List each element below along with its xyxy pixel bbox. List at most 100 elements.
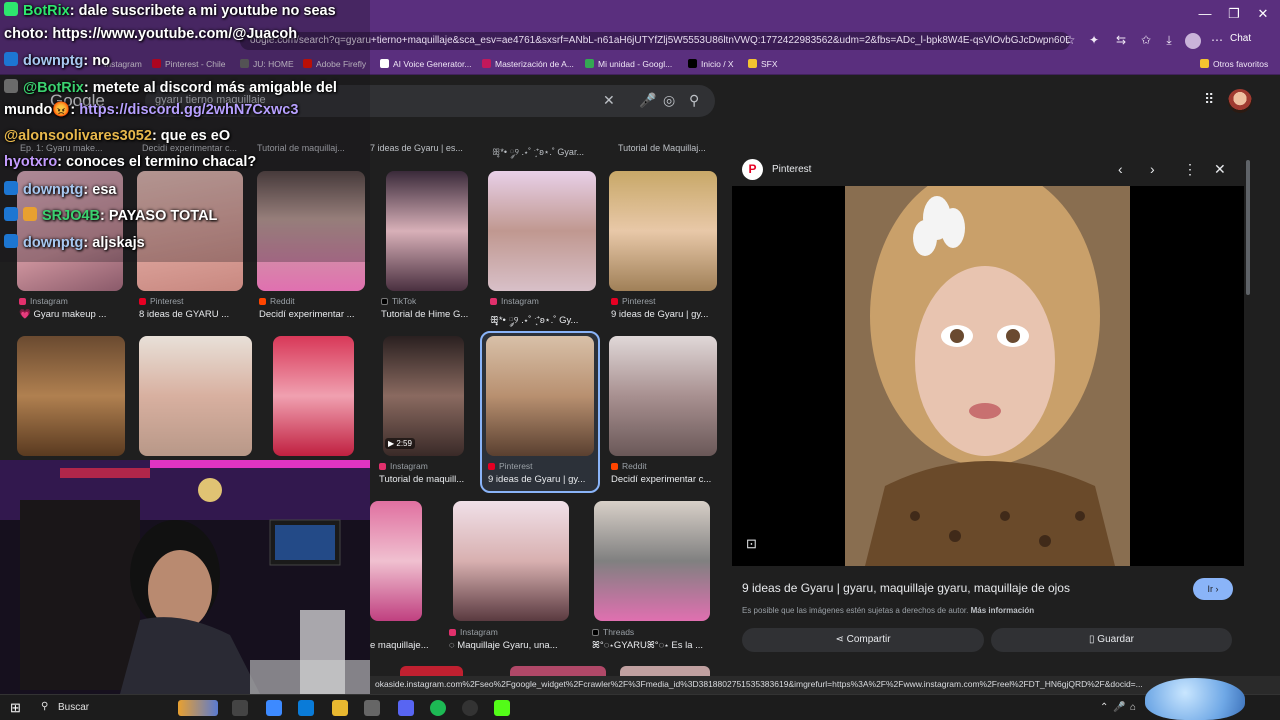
result-source: Threads <box>592 627 634 637</box>
strip-caption[interactable]: 7 ideas de Gyaru | es... <box>370 143 463 153</box>
more-icon[interactable]: ⋯ <box>1209 33 1225 49</box>
image-result[interactable] <box>139 336 252 456</box>
result-title[interactable]: Tutorial de maquill... <box>379 474 494 485</box>
chat-message: BotRix: dale suscribete a mi youtube no … <box>4 2 336 19</box>
discord-link[interactable]: https://discord.gg/2whN7Cxwc3 <box>79 102 298 118</box>
other-bookmarks[interactable]: Otros favoritos <box>1200 59 1268 69</box>
task-view-icon[interactable] <box>232 700 248 716</box>
file-explorer-icon[interactable] <box>332 700 348 716</box>
visual-search-icon[interactable]: ⊡ <box>746 536 762 552</box>
bookmark-folder[interactable]: SFX <box>748 59 778 69</box>
app-icon[interactable] <box>364 700 380 716</box>
screen: — ❐ ✕ oogle.com/search?q=gyaru+tierno+ma… <box>0 0 1280 720</box>
result-title[interactable]: 💗 Gyaru makeup ... <box>19 309 134 320</box>
image-result[interactable] <box>510 666 606 676</box>
bookmark[interactable]: Inicio / X <box>688 59 734 69</box>
result-title[interactable]: Decidí experimentar ... <box>259 309 374 320</box>
strip-caption[interactable]: ꕥ̥*• ༘୨ .⋆˚ ˑ͙⁺ʚ⋆.˚ Gyar... <box>492 143 584 168</box>
close-window-icon[interactable]: ✕ <box>1253 6 1273 22</box>
result-title[interactable]: Tutorial de Hime G... <box>381 309 496 320</box>
account-avatar[interactable] <box>1228 89 1252 113</box>
image-result[interactable] <box>488 171 596 291</box>
webcam-scene-art <box>0 460 370 694</box>
result-source: Instagram <box>490 296 539 306</box>
discord-icon[interactable] <box>398 700 414 716</box>
image-result[interactable] <box>609 336 717 456</box>
result-title[interactable]: ꕤ°◌⋆GYARUꕤ°◌⋆ Es la ... <box>592 640 710 651</box>
star-icon[interactable]: ☆ <box>1062 33 1078 49</box>
preview-title[interactable]: 9 ideas de Gyaru | gyaru, maquillaje gya… <box>742 581 1070 595</box>
panel-scrollbar[interactable] <box>1246 160 1250 295</box>
next-icon[interactable]: › <box>1150 161 1155 177</box>
kick-icon[interactable] <box>494 700 510 716</box>
result-source: Instagram <box>449 627 498 637</box>
result-source: TikTok <box>381 296 416 306</box>
minimize-icon[interactable]: — <box>1195 6 1215 21</box>
microphone-icon[interactable]: 🎤 <box>1113 702 1125 713</box>
result-source: Pinterest <box>611 296 656 306</box>
spotify-icon[interactable] <box>430 700 446 716</box>
bookmark[interactable]: Mi unidad - Googl... <box>585 59 672 69</box>
bookmark[interactable]: AI Voice Generator... <box>380 59 471 69</box>
video-duration: ▶ 2:59 <box>385 438 415 449</box>
visit-button[interactable]: Ir › <box>1193 578 1233 600</box>
close-preview-icon[interactable]: ✕ <box>1214 161 1226 178</box>
save-button[interactable]: ▯ Guardar <box>991 628 1232 652</box>
chat-message: downptg: aljskajs <box>4 234 145 251</box>
obs-icon[interactable] <box>462 700 478 716</box>
lens-icon[interactable]: ◎ <box>663 92 675 109</box>
mic-icon[interactable]: 🎤 <box>639 92 656 109</box>
edge-icon[interactable] <box>298 700 314 716</box>
maximize-icon[interactable]: ❐ <box>1224 6 1244 22</box>
network-icon[interactable]: ⌂ <box>1130 702 1136 713</box>
more-info-link[interactable]: Más información <box>971 606 1035 615</box>
search-icon[interactable]: ⚲ <box>689 92 699 109</box>
clear-icon[interactable]: ✕ <box>603 92 615 109</box>
result-title[interactable]: Decidí experimentar c... <box>611 474 721 485</box>
copyright-notice: Es posible que las imágenes estén sujeta… <box>742 606 1035 615</box>
result-title[interactable]: 9 ideas de Gyaru | gy... <box>611 309 726 320</box>
image-result[interactable] <box>594 501 710 621</box>
preview-photo-art <box>845 186 1130 566</box>
chat-message: downptg: esa <box>4 181 116 198</box>
image-result-selected[interactable] <box>486 336 594 456</box>
share-button[interactable]: ⋖ Compartir <box>742 628 984 652</box>
copilot-icon[interactable] <box>266 700 282 716</box>
image-result[interactable] <box>273 336 354 456</box>
image-result[interactable] <box>400 666 463 676</box>
image-result[interactable] <box>620 666 710 676</box>
webcam-overlay <box>0 460 370 694</box>
windows-start-icon[interactable]: ⊞ <box>10 700 21 716</box>
result-source: Reddit <box>259 296 295 306</box>
extensions-icon[interactable]: ✦ <box>1086 33 1102 49</box>
profile-avatar[interactable] <box>1185 33 1201 49</box>
bookmark[interactable]: Masterización de A... <box>482 59 574 69</box>
result-title[interactable]: e maquillaje... <box>370 640 440 651</box>
strip-caption[interactable]: Tutorial de Maquillaj... <box>618 143 706 153</box>
status-url: okaside.instagram.com%2Fseo%2Fgoogle_wid… <box>375 679 1143 689</box>
more-options-icon[interactable]: ⋮ <box>1183 161 1197 178</box>
image-result[interactable] <box>609 171 717 291</box>
split-icon[interactable]: ⇆ <box>1113 33 1129 49</box>
pinterest-logo-icon: P <box>742 159 763 180</box>
preview-source-name[interactable]: Pinterest <box>772 164 811 175</box>
image-result[interactable] <box>370 501 422 621</box>
favorites-icon[interactable]: ✩ <box>1138 33 1154 49</box>
result-source: Pinterest <box>139 296 184 306</box>
image-result[interactable] <box>453 501 569 621</box>
result-title[interactable]: ◌ Maquillaje Gyaru, una... <box>449 640 574 651</box>
result-title[interactable]: 9 ideas de Gyaru | gy... <box>488 474 596 485</box>
weather-widget[interactable] <box>178 700 218 716</box>
apps-grid-icon[interactable]: ⠿ <box>1204 91 1214 108</box>
result-title[interactable]: 8 ideas de GYARU ... <box>139 309 254 320</box>
search-icon: ⚲ <box>41 701 49 712</box>
taskbar: ⊞ ⚲ Buscar ⌃ 🎤 ⌂ <box>0 694 1280 720</box>
previous-icon[interactable]: ‹ <box>1118 161 1123 177</box>
image-result[interactable] <box>386 171 468 291</box>
image-result[interactable] <box>17 336 125 456</box>
download-icon[interactable]: ⤓ <box>1161 33 1177 49</box>
tray-chevron-icon[interactable]: ⌃ <box>1100 702 1108 713</box>
chat-button[interactable]: Chat <box>1230 33 1251 44</box>
chat-message: mundo😡: https://discord.gg/2whN7Cxwc3 <box>4 102 299 118</box>
preview-image[interactable] <box>845 186 1130 566</box>
